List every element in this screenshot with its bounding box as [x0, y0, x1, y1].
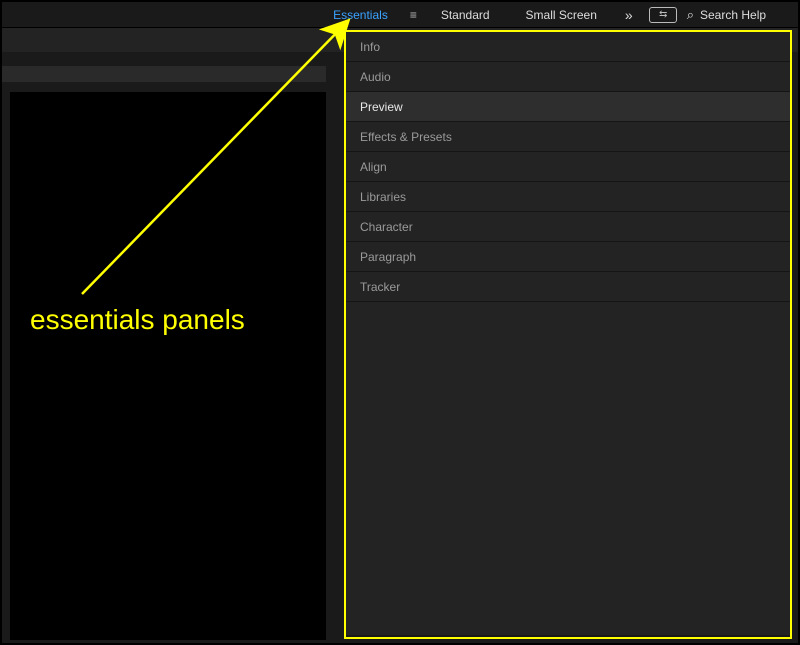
essentials-panel-stack: Info Audio Preview Effects & Presets Ali…: [346, 32, 790, 635]
workspace-tab-label: Small Screen: [526, 8, 597, 22]
panel-item-label: Info: [360, 40, 380, 54]
panel-gutter: [326, 52, 346, 641]
workspace-tab-label: Essentials: [333, 8, 388, 22]
workspace-tab-small-screen[interactable]: Small Screen: [508, 2, 615, 27]
panel-item-label: Preview: [360, 100, 403, 114]
search-help-wrap: ⌕: [687, 7, 790, 23]
workspace-tabs: Essentials ≡ Standard Small Screen: [315, 2, 615, 27]
panel-item-label: Character: [360, 220, 413, 234]
panel-item-label: Tracker: [360, 280, 400, 294]
panel-item-label: Effects & Presets: [360, 130, 452, 144]
search-icon: ⌕: [687, 7, 694, 23]
workspace-tab-standard[interactable]: Standard: [423, 2, 508, 27]
panel-item-paragraph[interactable]: Paragraph: [346, 242, 790, 272]
workspace-overflow-icon[interactable]: »: [615, 7, 643, 23]
workspace-menu-icon[interactable]: ≡: [406, 8, 423, 22]
search-help-input[interactable]: [700, 8, 790, 22]
panel-item-libraries[interactable]: Libraries: [346, 182, 790, 212]
composition-viewport[interactable]: [10, 92, 326, 640]
panel-item-character[interactable]: Character: [346, 212, 790, 242]
panel-item-tracker[interactable]: Tracker: [346, 272, 790, 302]
panel-item-label: Audio: [360, 70, 391, 84]
workspace-tab-label: Standard: [441, 8, 490, 22]
panel-item-effects-presets[interactable]: Effects & Presets: [346, 122, 790, 152]
workspace-bar: Essentials ≡ Standard Small Screen » ⇆ ⌕: [2, 2, 798, 28]
left-panel-header: [2, 66, 334, 82]
sync-settings-icon[interactable]: ⇆: [649, 7, 677, 23]
workspace-tab-essentials[interactable]: Essentials: [315, 2, 406, 27]
panel-item-info[interactable]: Info: [346, 32, 790, 62]
panel-item-audio[interactable]: Audio: [346, 62, 790, 92]
panel-item-preview[interactable]: Preview: [346, 92, 790, 122]
panel-item-label: Align: [360, 160, 387, 174]
panel-empty-area: [346, 302, 790, 635]
panel-item-label: Libraries: [360, 190, 406, 204]
app-frame: Essentials ≡ Standard Small Screen » ⇆ ⌕…: [0, 0, 800, 645]
panel-item-align[interactable]: Align: [346, 152, 790, 182]
panel-item-label: Paragraph: [360, 250, 416, 264]
